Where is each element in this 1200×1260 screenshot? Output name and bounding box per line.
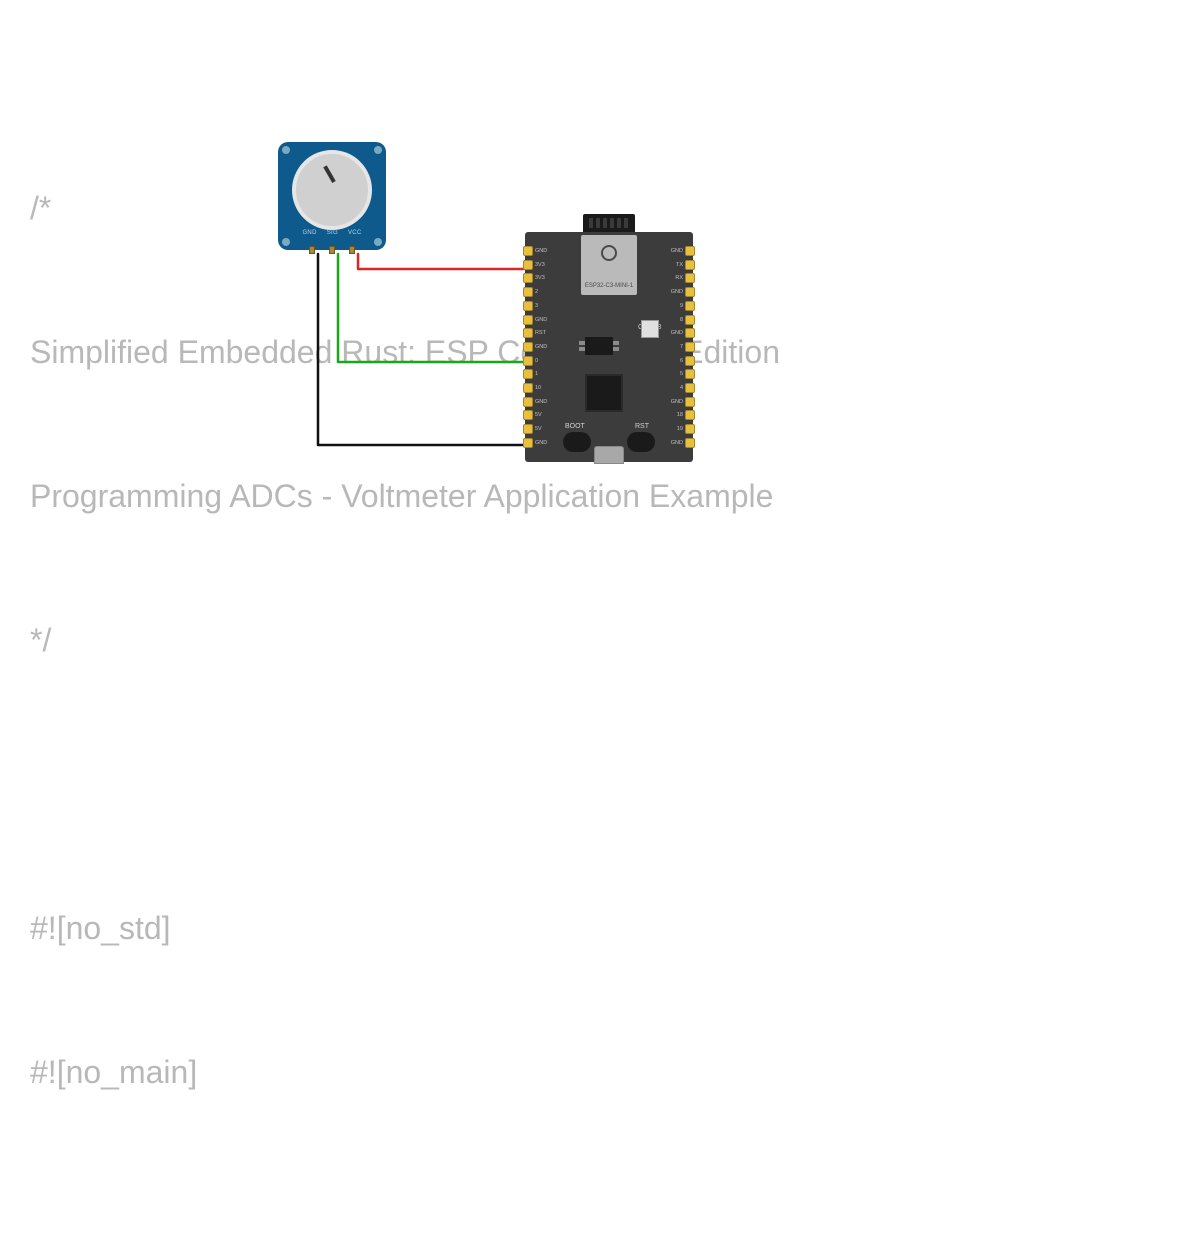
header-pin[interactable] (523, 424, 533, 434)
usb-connector (594, 446, 624, 464)
esp32-voltage-regulator (585, 337, 613, 355)
header-pin[interactable] (685, 342, 695, 352)
header-pin[interactable] (685, 315, 695, 325)
mounting-hole (374, 238, 382, 246)
header-pin[interactable] (685, 328, 695, 338)
pin-label: GND (665, 438, 683, 448)
header-pin[interactable] (523, 301, 533, 311)
pin-label: 2 (535, 287, 553, 297)
header-pin[interactable] (685, 246, 695, 256)
esp32-antenna (583, 214, 635, 232)
right-pin-labels: GND TX RX GND 9 8 GND 7 6 5 4 GND 18 19 … (665, 246, 683, 448)
header-pin[interactable] (523, 356, 533, 366)
pin-label: 18 (665, 410, 683, 420)
header-pin[interactable] (685, 438, 695, 448)
mounting-hole (282, 238, 290, 246)
pin-label: GND (535, 397, 553, 407)
pot-pin-gnd[interactable] (309, 246, 315, 254)
right-pin-header (685, 246, 695, 448)
header-pin[interactable] (523, 369, 533, 379)
mounting-hole (282, 146, 290, 154)
pin-label: 3V3 (535, 260, 553, 270)
header-pin[interactable] (523, 383, 533, 393)
espressif-logo-icon (601, 245, 617, 261)
circuit-diagram: GND SIG VCC ESP32-C3-MINI-1 GPIO 8 BOOT … (0, 0, 1200, 630)
pin-label: GND (535, 438, 553, 448)
wire-vcc (358, 254, 524, 269)
header-pin[interactable] (685, 356, 695, 366)
pin-label: GND (535, 315, 553, 325)
pin-label: 4 (665, 383, 683, 393)
header-pin[interactable] (685, 260, 695, 270)
pin-label: RX (665, 273, 683, 283)
pot-label-sig: SIG (327, 230, 338, 236)
header-pin[interactable] (685, 273, 695, 283)
esp32-shield-label: ESP32-C3-MINI-1 (581, 283, 637, 289)
pot-label-gnd: GND (302, 230, 316, 236)
pot-pin-labels: GND SIG VCC (278, 230, 386, 236)
pin-label: 5V (535, 410, 553, 420)
rst-label: RST (635, 423, 649, 430)
code-line: #![no_std] (30, 904, 1170, 952)
pin-label: 0 (535, 356, 553, 366)
header-pin[interactable] (523, 273, 533, 283)
boot-button[interactable] (563, 432, 591, 452)
header-pin[interactable] (685, 424, 695, 434)
boot-label: BOOT (565, 423, 585, 430)
header-pin[interactable] (685, 410, 695, 420)
pin-label: GND (665, 397, 683, 407)
header-pin[interactable] (685, 369, 695, 379)
pin-label: GND (665, 328, 683, 338)
pin-label: GND (535, 342, 553, 352)
left-pin-header (523, 246, 533, 448)
code-line: #![no_main] (30, 1048, 1170, 1096)
esp32-chip (585, 374, 623, 412)
pin-label: GND (535, 246, 553, 256)
esp32-rf-shield: ESP32-C3-MINI-1 (581, 235, 637, 295)
pin-label: 7 (665, 342, 683, 352)
mounting-hole (374, 146, 382, 154)
pin-label: GND (665, 287, 683, 297)
pin-label: GND (665, 246, 683, 256)
header-pin[interactable] (685, 301, 695, 311)
header-pin[interactable] (523, 260, 533, 270)
header-pin[interactable] (523, 438, 533, 448)
header-pin[interactable] (523, 287, 533, 297)
pin-label: 1 (535, 369, 553, 379)
pin-label: 8 (665, 315, 683, 325)
pin-label: 3 (535, 301, 553, 311)
pin-label: RST (535, 328, 553, 338)
pin-label: 9 (665, 301, 683, 311)
pot-pin-vcc[interactable] (349, 246, 355, 254)
pot-pin-sig[interactable] (329, 246, 335, 254)
esp32-user-led (641, 320, 659, 338)
header-pin[interactable] (523, 328, 533, 338)
pin-label: 10 (535, 383, 553, 393)
header-pin[interactable] (523, 246, 533, 256)
esp32-board[interactable]: ESP32-C3-MINI-1 GPIO 8 BOOT RST (525, 232, 693, 462)
header-pin[interactable] (523, 397, 533, 407)
potentiometer-module[interactable]: GND SIG VCC (278, 142, 386, 250)
pin-label: 5 (665, 369, 683, 379)
pin-label: 19 (665, 424, 683, 434)
reset-button[interactable] (627, 432, 655, 452)
header-pin[interactable] (523, 342, 533, 352)
potentiometer-knob[interactable] (292, 150, 372, 230)
pin-label: 5V (535, 424, 553, 434)
header-pin[interactable] (685, 397, 695, 407)
header-pin[interactable] (523, 410, 533, 420)
pot-pins (278, 246, 386, 254)
header-pin[interactable] (685, 383, 695, 393)
pin-label: TX (665, 260, 683, 270)
header-pin[interactable] (523, 315, 533, 325)
wire-gnd (318, 254, 524, 445)
header-pin[interactable] (685, 287, 695, 297)
pin-label: 3V3 (535, 273, 553, 283)
left-pin-labels: GND 3V3 3V3 2 3 GND RST GND 0 1 10 GND 5… (535, 246, 553, 448)
pin-label: 6 (665, 356, 683, 366)
pot-label-vcc: VCC (348, 230, 362, 236)
